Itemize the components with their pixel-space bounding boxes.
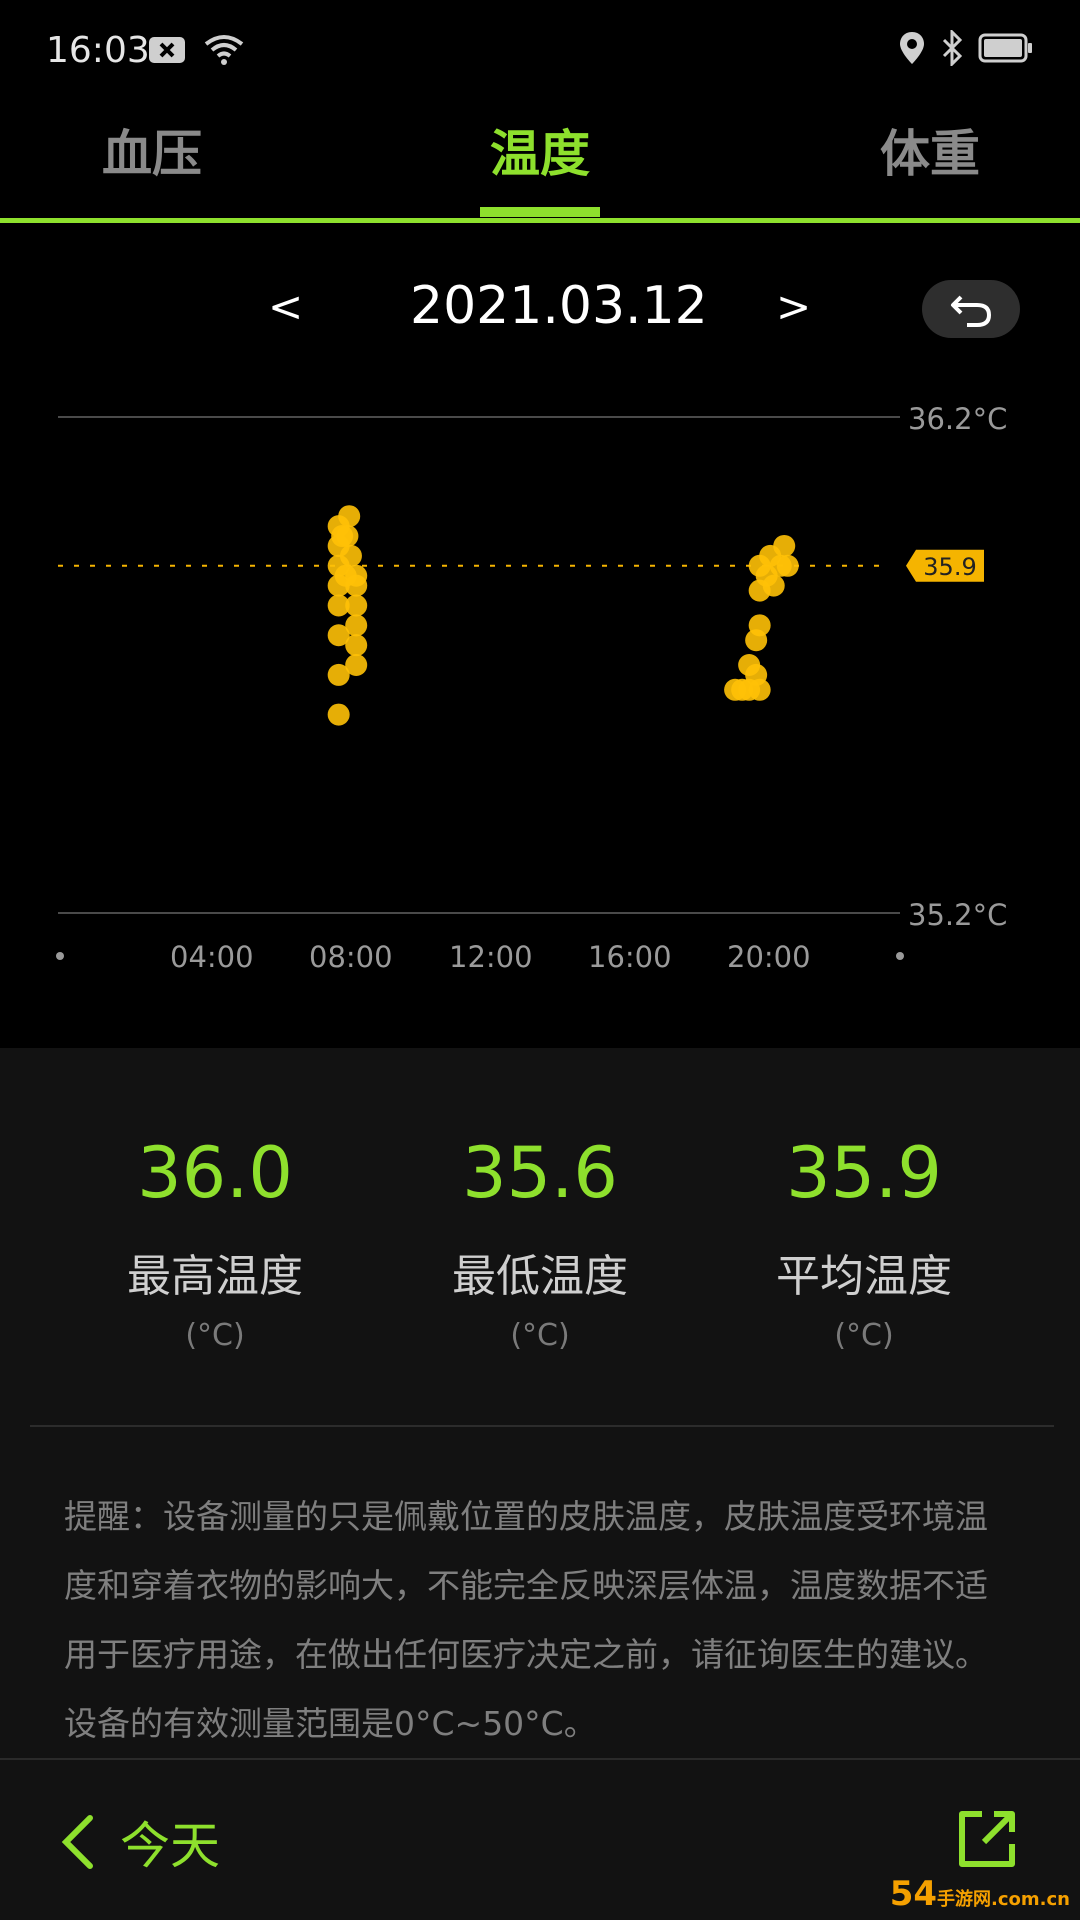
next-day-button[interactable]: > (776, 282, 811, 331)
footer-divider (0, 1758, 1080, 1760)
status-bar: 16:03 (0, 0, 1080, 100)
stat-avg-value: 35.9 (786, 1132, 942, 1214)
current-date: 2021.03.12 (410, 276, 708, 336)
data-point (345, 594, 368, 617)
watermark-logo: 54手游网.com.cn (890, 1874, 1070, 1914)
previous-day-button[interactable]: < (268, 282, 303, 331)
wifi-icon (204, 35, 244, 65)
tab-blood-pressure[interactable]: 血压 (102, 114, 202, 186)
return-today-button[interactable] (922, 280, 1020, 338)
x-axis-end-dot (896, 952, 904, 960)
y-axis-min-label: 35.2°C (908, 898, 1008, 932)
data-point (762, 574, 785, 597)
data-point (773, 534, 796, 557)
x-tick-label: 16:00 (588, 940, 672, 974)
x-tick-label: 04:00 (170, 940, 254, 974)
notification-icon (149, 37, 185, 63)
stat-max-label: 最高温度 (127, 1251, 303, 1302)
stat-max: 36.0 最高温度 (°C) (55, 1132, 375, 1353)
active-tab-indicator (480, 207, 600, 217)
data-point (345, 634, 368, 657)
stat-min-unit: (°C) (510, 1318, 570, 1353)
watermark-site: 手游网 (937, 1889, 992, 1910)
tab-bar: 血压 温度 体重 (0, 100, 1080, 223)
stat-avg-unit: (°C) (834, 1318, 894, 1353)
data-point (336, 525, 359, 548)
section-divider (30, 1425, 1054, 1427)
stat-avg: 35.9 平均温度 (°C) (704, 1132, 1024, 1353)
stat-min: 35.6 最低温度 (°C) (380, 1132, 700, 1353)
share-icon (959, 1811, 1015, 1867)
tab-weight[interactable]: 体重 (880, 114, 980, 186)
average-marker-label: 35.9 (923, 553, 976, 581)
bluetooth-icon (942, 30, 963, 66)
data-point (748, 678, 771, 701)
stat-min-label: 最低温度 (452, 1251, 628, 1302)
x-axis-start-dot (56, 952, 64, 960)
data-point (345, 564, 368, 587)
reminder-note: 提醒：设备测量的只是佩戴位置的皮肤温度，皮肤温度受环境温度和穿着衣物的影响大，不… (64, 1497, 988, 1743)
x-tick-label: 20:00 (727, 940, 811, 974)
undo-icon (951, 295, 992, 327)
stat-avg-label: 平均温度 (776, 1251, 952, 1302)
today-button[interactable]: 今天 (58, 1806, 220, 1878)
status-icons-right (898, 30, 1034, 66)
data-point (345, 614, 368, 637)
data-point (776, 554, 799, 577)
data-point (748, 614, 771, 637)
watermark-domain: .com.cn (991, 1889, 1070, 1910)
tab-temperature[interactable]: 温度 (490, 114, 590, 186)
stat-min-value: 35.6 (462, 1132, 618, 1214)
data-point (339, 544, 362, 567)
chevron-left-icon (61, 1815, 93, 1869)
location-icon (900, 32, 924, 64)
temperature-chart: 35.9 36.2°C 35.2°C 04:00 08:00 12:00 16:… (0, 380, 1080, 1000)
share-button[interactable] (954, 1806, 1020, 1872)
watermark-brand: 54 (889, 1874, 938, 1914)
today-label: 今天 (120, 1817, 220, 1875)
stat-max-value: 36.0 (137, 1132, 293, 1214)
x-tick-label: 08:00 (309, 940, 393, 974)
data-point (327, 703, 350, 726)
data-point (345, 654, 368, 676)
status-icons-left (148, 34, 244, 66)
stat-max-unit: (°C) (185, 1318, 245, 1353)
x-tick-label: 12:00 (449, 940, 533, 974)
battery-icon (978, 33, 1032, 63)
status-time: 16:03 (46, 30, 150, 71)
y-axis-max-label: 36.2°C (908, 402, 1008, 436)
data-point (338, 505, 361, 528)
